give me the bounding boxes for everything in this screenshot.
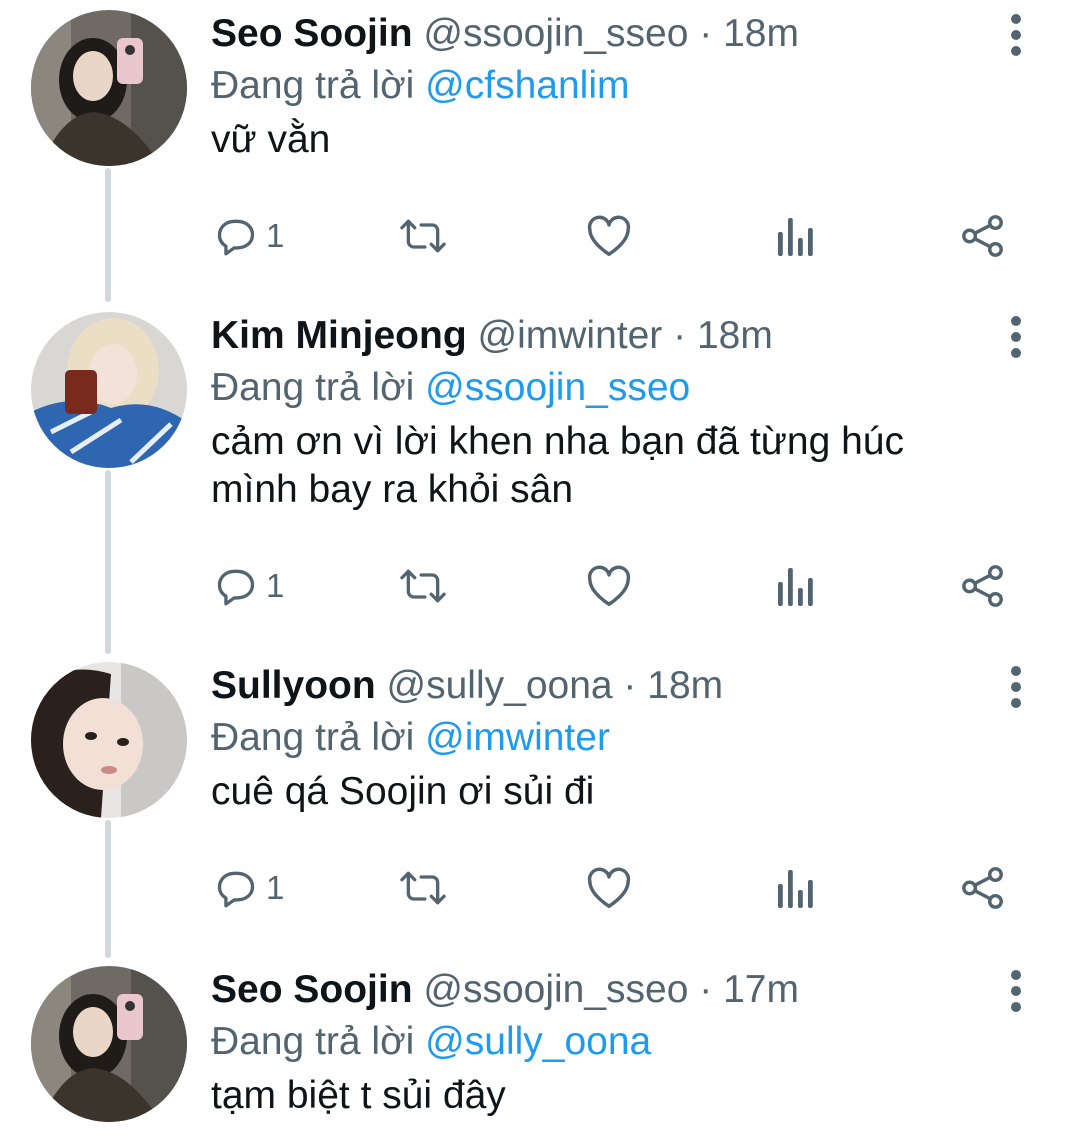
tweet-text: cuê qá Soojin ơi sủi đi [211,770,595,813]
reply-count: 1 [266,869,285,906]
retweet-button[interactable] [398,206,448,266]
tweet-text: cảm ơn vì lời khen nha bạn đã từng húc m… [211,420,904,511]
reply-button[interactable]: 1 [214,206,284,266]
share-button[interactable] [960,556,1006,616]
username[interactable]: @sully_oona [387,664,613,707]
timestamp[interactable]: 18m [647,664,723,707]
username[interactable]: @ssoojin_sseo [423,968,688,1011]
views-button[interactable] [776,206,816,266]
retweet-button[interactable] [398,556,448,616]
more-icon[interactable] [996,312,1036,388]
reply-icon [214,214,258,258]
views-icon [776,564,816,608]
tweet-actions: 1 [0,206,1080,266]
tweet-text: vữ vằn [211,118,331,161]
share-icon [960,865,1006,911]
like-icon [586,866,632,910]
tweet-text: tạm biệt t sủi đây [211,1074,506,1117]
reply-button[interactable]: 1 [214,556,284,616]
avatar[interactable] [31,966,187,1122]
like-icon [586,214,632,258]
more-icon[interactable] [996,10,1036,86]
separator: · [623,664,637,707]
tweet-actions: 1 [0,556,1080,616]
avatar[interactable] [31,10,187,166]
username[interactable]: @imwinter [478,314,663,357]
replying-to: Đang trả lời @imwinter [211,714,610,762]
tweet[interactable]: Kim Minjeong @imwinter · 18m Đang trả lờ… [0,312,1080,632]
more-icon[interactable] [996,662,1036,738]
retweet-button[interactable] [398,858,448,918]
tweet[interactable]: Seo Soojin @ssoojin_sseo · 17m Đang trả … [0,966,1080,1146]
mention-link[interactable]: @imwinter [425,716,610,759]
reply-icon [214,564,258,608]
views-icon [776,866,816,910]
separator: · [699,12,713,55]
views-button[interactable] [776,858,816,918]
replying-to: Đang trả lời @ssoojin_sseo [211,364,690,412]
replying-to-label: Đang trả lời [211,64,415,107]
tweet[interactable]: Seo Soojin @ssoojin_sseo · 18m Đang trả … [0,10,1080,280]
share-icon [960,563,1006,609]
tweet[interactable]: Sullyoon @sully_oona · 18m Đang trả lời … [0,662,1080,932]
display-name[interactable]: Kim Minjeong [211,314,467,357]
reply-button[interactable]: 1 [214,858,284,918]
share-button[interactable] [960,858,1006,918]
avatar[interactable] [31,312,187,468]
like-icon [586,564,632,608]
like-button[interactable] [586,206,632,266]
timestamp[interactable]: 18m [723,12,799,55]
display-name[interactable]: Seo Soojin [211,12,413,55]
mention-link[interactable]: @cfshanlim [425,64,629,107]
reply-icon [214,866,258,910]
views-button[interactable] [776,556,816,616]
tweet-actions: 1 [0,858,1080,918]
username[interactable]: @ssoojin_sseo [423,12,688,55]
reply-count: 1 [266,567,285,604]
mention-link[interactable]: @ssoojin_sseo [425,366,690,409]
replying-to-label: Đang trả lời [211,1020,415,1063]
retweet-icon [398,866,448,910]
like-button[interactable] [586,858,632,918]
share-icon [960,213,1006,259]
replying-to: Đang trả lời @cfshanlim [211,62,629,110]
separator: · [673,314,687,357]
views-icon [776,214,816,258]
replying-to: Đang trả lời @sully_oona [211,1018,651,1066]
timestamp[interactable]: 18m [697,314,773,357]
display-name[interactable]: Sullyoon [211,664,376,707]
timestamp[interactable]: 17m [723,968,799,1011]
mention-link[interactable]: @sully_oona [425,1020,651,1063]
more-icon[interactable] [996,966,1036,1042]
share-button[interactable] [960,206,1006,266]
separator: · [699,968,713,1011]
replying-to-label: Đang trả lời [211,716,415,759]
avatar[interactable] [31,662,187,818]
replying-to-label: Đang trả lời [211,366,415,409]
display-name[interactable]: Seo Soojin [211,968,413,1011]
retweet-icon [398,214,448,258]
like-button[interactable] [586,556,632,616]
reply-count: 1 [266,217,285,254]
retweet-icon [398,564,448,608]
